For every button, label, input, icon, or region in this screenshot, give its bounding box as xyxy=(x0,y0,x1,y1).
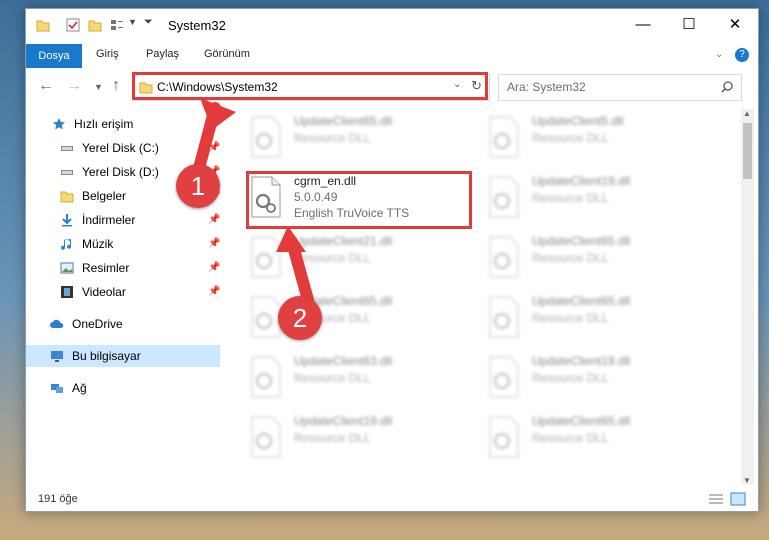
step-two-badge: 2 xyxy=(278,296,322,340)
annotation-arrows xyxy=(192,98,314,306)
step-one-badge: 1 xyxy=(176,164,220,208)
